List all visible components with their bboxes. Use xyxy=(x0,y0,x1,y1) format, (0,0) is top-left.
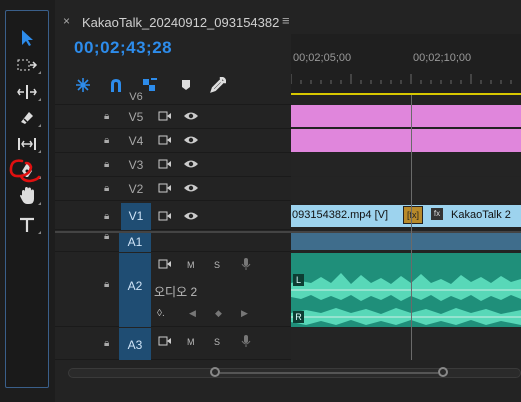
solo-button[interactable]: S xyxy=(214,260,220,270)
right-channel-label: R xyxy=(293,311,304,323)
keyframe-toggle-icon[interactable]: ◊. xyxy=(157,308,165,319)
scroll-thumb[interactable] xyxy=(220,372,438,374)
lock-icon[interactable]: 🔒︎ xyxy=(104,183,109,194)
time-ruler[interactable]: 00;02;05;00 00;02;10;00 xyxy=(291,34,521,94)
track-header-v6: V6 xyxy=(55,91,291,105)
solo-button[interactable]: S xyxy=(214,337,220,347)
close-tab-button[interactable]: × xyxy=(63,14,70,28)
razor-tool[interactable] xyxy=(14,107,41,129)
mute-button[interactable]: M xyxy=(187,337,195,347)
selection-icon xyxy=(22,30,33,46)
track-header-v5: 🔒︎ V5 xyxy=(55,105,291,129)
slip-tool[interactable] xyxy=(14,133,41,155)
track-select-tool[interactable] xyxy=(14,54,41,76)
track-name-a2[interactable]: A2 xyxy=(119,253,151,327)
track-name[interactable]: V5 xyxy=(121,105,151,129)
add-marker-button[interactable] xyxy=(180,78,192,92)
track-header-a3: 🔒︎ M S xyxy=(55,328,291,360)
sync-lock-icon[interactable] xyxy=(158,134,172,146)
track-a3-lane[interactable] xyxy=(291,328,521,360)
next-keyframe-icon[interactable]: ▶ xyxy=(241,308,248,319)
track-name[interactable]: V3 xyxy=(121,153,151,177)
tools-panel xyxy=(5,10,49,388)
track-header-a2: 🔒︎ M S 오디오 2 ◊. ◀ ◆ ▶ xyxy=(55,253,291,327)
selection-tool[interactable] xyxy=(14,27,40,49)
red-annotation-mark xyxy=(9,159,41,183)
scroll-handle-right[interactable] xyxy=(438,367,448,377)
lock-icon[interactable]: 🔒︎ xyxy=(104,338,109,349)
transition-marker[interactable]: [fx] xyxy=(403,206,423,224)
clip-v5[interactable] xyxy=(291,105,521,127)
audio-waveform xyxy=(291,253,521,327)
eye-icon[interactable] xyxy=(183,110,199,122)
mute-button[interactable]: M xyxy=(187,260,195,270)
microphone-icon[interactable] xyxy=(241,334,251,348)
track-header-v1: 🔒︎ V1 xyxy=(55,203,291,230)
clip-a2[interactable]: L R xyxy=(291,253,521,327)
track-name[interactable]: V4 xyxy=(121,129,151,153)
microphone-icon[interactable] xyxy=(241,257,251,271)
horizontal-scrollbar[interactable] xyxy=(68,366,521,380)
eye-icon[interactable] xyxy=(183,134,199,146)
playhead-timecode[interactable]: 00;02;43;28 xyxy=(74,38,172,58)
settings-wrench-icon xyxy=(210,76,227,93)
lock-icon[interactable]: 🔒︎ xyxy=(104,231,109,242)
ripple-edit-icon xyxy=(17,85,37,99)
eye-icon[interactable] xyxy=(183,158,199,170)
ripple-edit-tool[interactable] xyxy=(14,81,41,103)
sync-lock-icon[interactable] xyxy=(158,182,172,194)
work-area-bar[interactable] xyxy=(291,93,521,95)
track-header-v2: 🔒︎ V2 xyxy=(55,177,291,201)
ruler-label: 00;02;10;00 xyxy=(413,52,472,64)
ruler-label: 00;02;05;00 xyxy=(293,52,352,64)
sequence-tab-title[interactable]: KakaoTalk_20240912_093154382 xyxy=(82,15,279,30)
lock-icon[interactable]: 🔒︎ xyxy=(104,111,109,122)
sync-lock-icon[interactable] xyxy=(158,158,172,170)
track-name[interactable]: V1 xyxy=(121,203,151,230)
prev-keyframe-icon[interactable]: ◀ xyxy=(189,308,196,319)
track-name[interactable]: V2 xyxy=(121,177,151,201)
sync-lock-icon[interactable] xyxy=(158,210,172,222)
timeline-settings-button[interactable] xyxy=(210,76,227,93)
left-channel-label: L xyxy=(293,274,304,286)
track-name: V6 xyxy=(129,91,143,103)
sync-lock-icon[interactable] xyxy=(158,335,172,347)
razor-icon xyxy=(21,112,33,124)
clip-edit-line xyxy=(411,95,412,360)
lock-icon[interactable]: 🔒︎ xyxy=(104,135,109,146)
slip-icon xyxy=(18,138,36,150)
fx-badge: fx xyxy=(431,208,443,220)
sync-lock-icon[interactable] xyxy=(158,110,172,122)
lock-icon[interactable]: 🔒︎ xyxy=(104,159,109,170)
track-select-icon xyxy=(17,59,38,71)
clip-v1[interactable]: 093154382.mp4 [V] [fx] fx KakaoTalk 2 xyxy=(291,205,521,227)
track-header-v3: 🔒︎ V3 xyxy=(55,153,291,177)
sync-lock-icon[interactable] xyxy=(158,258,172,270)
scroll-handle-left[interactable] xyxy=(210,367,220,377)
track-v2-lane[interactable] xyxy=(291,177,521,202)
track-header-v4: 🔒︎ V4 xyxy=(55,129,291,153)
lock-icon[interactable]: 🔒︎ xyxy=(104,211,109,222)
ruler-ticks xyxy=(291,74,512,84)
type-icon xyxy=(20,217,34,232)
marker-icon xyxy=(182,80,190,90)
clip-a1[interactable] xyxy=(291,233,521,250)
eye-icon[interactable] xyxy=(183,182,199,194)
panel-menu-button[interactable]: ≡ xyxy=(282,13,290,28)
next-clip-name: KakaoTalk 2 xyxy=(451,209,511,221)
track-name-a3[interactable]: A3 xyxy=(119,328,151,360)
track-v3-lane[interactable] xyxy=(291,153,521,176)
track-header-a1: 🔒︎ xyxy=(55,231,291,252)
clip-v4[interactable] xyxy=(291,129,521,152)
eye-icon[interactable] xyxy=(183,210,199,222)
type-tool[interactable] xyxy=(14,214,41,236)
lock-icon[interactable]: 🔒︎ xyxy=(104,279,109,290)
snap-icon xyxy=(76,78,90,92)
nest-sequence-button[interactable] xyxy=(75,77,91,93)
clip-name: 093154382.mp4 [V] xyxy=(292,209,389,221)
track-name-a1[interactable]: A1 xyxy=(119,233,151,252)
audio-channel-name[interactable]: 오디오 2 xyxy=(154,283,197,300)
add-keyframe-icon[interactable]: ◆ xyxy=(215,308,222,319)
